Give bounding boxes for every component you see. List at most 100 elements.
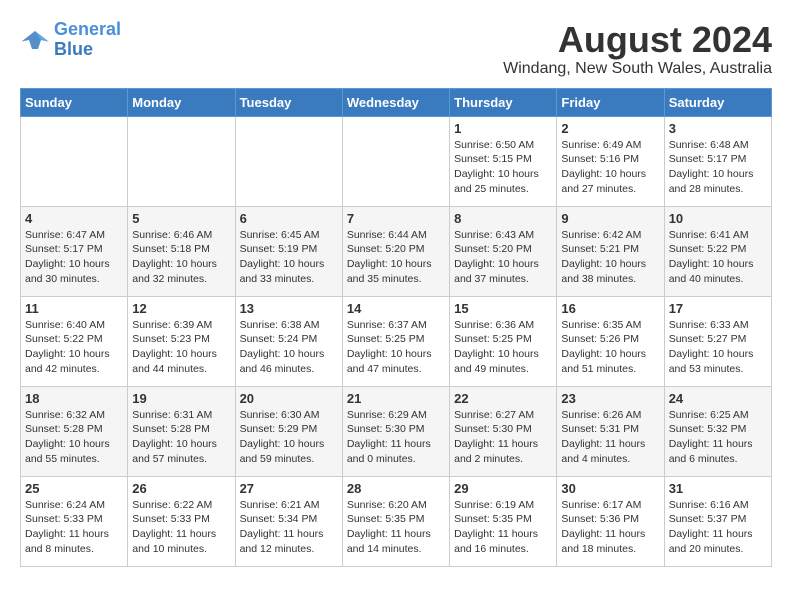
calendar-cell: 10 Sunrise: 6:41 AM Sunset: 5:22 PM Dayli… (664, 206, 771, 296)
day-number: 13 (240, 301, 338, 316)
calendar-cell (342, 116, 449, 206)
calendar-cell: 8 Sunrise: 6:43 AM Sunset: 5:20 PM Daylig… (450, 206, 557, 296)
calendar-cell: 20 Sunrise: 6:30 AM Sunset: 5:29 PM Dayli… (235, 386, 342, 476)
day-info: Sunrise: 6:25 AM Sunset: 5:32 PM Dayligh… (669, 408, 767, 467)
day-info: Sunrise: 6:24 AM Sunset: 5:33 PM Dayligh… (25, 498, 123, 557)
calendar-cell: 13 Sunrise: 6:38 AM Sunset: 5:24 PM Dayli… (235, 296, 342, 386)
calendar-header-row: SundayMondayTuesdayWednesdayThursdayFrid… (21, 88, 772, 116)
day-info: Sunrise: 6:31 AM Sunset: 5:28 PM Dayligh… (132, 408, 230, 467)
day-number: 12 (132, 301, 230, 316)
calendar-cell (235, 116, 342, 206)
day-number: 1 (454, 121, 552, 136)
day-info: Sunrise: 6:48 AM Sunset: 5:17 PM Dayligh… (669, 138, 767, 197)
calendar-cell: 6 Sunrise: 6:45 AM Sunset: 5:19 PM Daylig… (235, 206, 342, 296)
calendar-cell: 16 Sunrise: 6:35 AM Sunset: 5:26 PM Dayli… (557, 296, 664, 386)
calendar-cell: 23Sunrise: 6:26 AM Sunset: 5:31 PM Dayli… (557, 386, 664, 476)
day-info: Sunrise: 6:40 AM Sunset: 5:22 PM Dayligh… (25, 318, 123, 377)
day-info: Sunrise: 6:32 AM Sunset: 5:28 PM Dayligh… (25, 408, 123, 467)
calendar-cell (21, 116, 128, 206)
calendar-week-row: 25 Sunrise: 6:24 AM Sunset: 5:33 PM Dayli… (21, 476, 772, 566)
day-info: Sunrise: 6:38 AM Sunset: 5:24 PM Dayligh… (240, 318, 338, 377)
calendar-cell: 28Sunrise: 6:20 AM Sunset: 5:35 PM Dayli… (342, 476, 449, 566)
day-number: 9 (561, 211, 659, 226)
logo-bird-icon (20, 28, 50, 52)
day-info: Sunrise: 6:35 AM Sunset: 5:26 PM Dayligh… (561, 318, 659, 377)
calendar-cell: 22Sunrise: 6:27 AM Sunset: 5:30 PM Dayli… (450, 386, 557, 476)
day-info: Sunrise: 6:45 AM Sunset: 5:19 PM Dayligh… (240, 228, 338, 287)
calendar-cell: 4 Sunrise: 6:47 AM Sunset: 5:17 PM Daylig… (21, 206, 128, 296)
calendar-table: SundayMondayTuesdayWednesdayThursdayFrid… (20, 88, 772, 567)
calendar-cell: 12 Sunrise: 6:39 AM Sunset: 5:23 PM Dayli… (128, 296, 235, 386)
day-info: Sunrise: 6:30 AM Sunset: 5:29 PM Dayligh… (240, 408, 338, 467)
calendar-cell: 7 Sunrise: 6:44 AM Sunset: 5:20 PM Daylig… (342, 206, 449, 296)
calendar-cell: 26 Sunrise: 6:22 AM Sunset: 5:33 PM Dayli… (128, 476, 235, 566)
day-number: 16 (561, 301, 659, 316)
day-info: Sunrise: 6:44 AM Sunset: 5:20 PM Dayligh… (347, 228, 445, 287)
day-info: Sunrise: 6:46 AM Sunset: 5:18 PM Dayligh… (132, 228, 230, 287)
day-number: 20 (240, 391, 338, 406)
day-number: 8 (454, 211, 552, 226)
calendar-cell: 30Sunrise: 6:17 AM Sunset: 5:36 PM Dayli… (557, 476, 664, 566)
day-number: 4 (25, 211, 123, 226)
day-number: 15 (454, 301, 552, 316)
day-number: 3 (669, 121, 767, 136)
day-number: 22 (454, 391, 552, 406)
day-info: Sunrise: 6:22 AM Sunset: 5:33 PM Dayligh… (132, 498, 230, 557)
day-number: 10 (669, 211, 767, 226)
day-number: 19 (132, 391, 230, 406)
day-info: Sunrise: 6:37 AM Sunset: 5:25 PM Dayligh… (347, 318, 445, 377)
day-number: 26 (132, 481, 230, 496)
col-header-friday: Friday (557, 88, 664, 116)
month-title: August 2024 (503, 20, 772, 60)
day-number: 6 (240, 211, 338, 226)
day-info: Sunrise: 6:50 AM Sunset: 5:15 PM Dayligh… (454, 138, 552, 197)
day-number: 5 (132, 211, 230, 226)
logo-line2: Blue (54, 39, 93, 59)
calendar-cell: 9Sunrise: 6:42 AM Sunset: 5:21 PM Daylig… (557, 206, 664, 296)
day-info: Sunrise: 6:21 AM Sunset: 5:34 PM Dayligh… (240, 498, 338, 557)
day-info: Sunrise: 6:43 AM Sunset: 5:20 PM Dayligh… (454, 228, 552, 287)
day-info: Sunrise: 6:47 AM Sunset: 5:17 PM Dayligh… (25, 228, 123, 287)
calendar-cell: 21Sunrise: 6:29 AM Sunset: 5:30 PM Dayli… (342, 386, 449, 476)
calendar-cell: 17 Sunrise: 6:33 AM Sunset: 5:27 PM Dayli… (664, 296, 771, 386)
calendar-cell: 25 Sunrise: 6:24 AM Sunset: 5:33 PM Dayli… (21, 476, 128, 566)
day-number: 21 (347, 391, 445, 406)
day-number: 11 (25, 301, 123, 316)
location-text: Windang, New South Wales, Australia (503, 60, 772, 78)
day-number: 25 (25, 481, 123, 496)
day-number: 7 (347, 211, 445, 226)
day-info: Sunrise: 6:19 AM Sunset: 5:35 PM Dayligh… (454, 498, 552, 557)
day-info: Sunrise: 6:33 AM Sunset: 5:27 PM Dayligh… (669, 318, 767, 377)
calendar-cell: 15Sunrise: 6:36 AM Sunset: 5:25 PM Dayli… (450, 296, 557, 386)
col-header-monday: Monday (128, 88, 235, 116)
col-header-wednesday: Wednesday (342, 88, 449, 116)
day-number: 29 (454, 481, 552, 496)
day-number: 14 (347, 301, 445, 316)
day-info: Sunrise: 6:49 AM Sunset: 5:16 PM Dayligh… (561, 138, 659, 197)
day-number: 2 (561, 121, 659, 136)
col-header-saturday: Saturday (664, 88, 771, 116)
calendar-cell: 18 Sunrise: 6:32 AM Sunset: 5:28 PM Dayli… (21, 386, 128, 476)
logo-line1: General (54, 19, 121, 39)
day-info: Sunrise: 6:39 AM Sunset: 5:23 PM Dayligh… (132, 318, 230, 377)
day-number: 31 (669, 481, 767, 496)
day-number: 17 (669, 301, 767, 316)
calendar-cell: 29 Sunrise: 6:19 AM Sunset: 5:35 PM Dayli… (450, 476, 557, 566)
day-info: Sunrise: 6:20 AM Sunset: 5:35 PM Dayligh… (347, 498, 445, 557)
calendar-cell: 5 Sunrise: 6:46 AM Sunset: 5:18 PM Daylig… (128, 206, 235, 296)
col-header-tuesday: Tuesday (235, 88, 342, 116)
calendar-cell: 11 Sunrise: 6:40 AM Sunset: 5:22 PM Dayli… (21, 296, 128, 386)
calendar-week-row: 11 Sunrise: 6:40 AM Sunset: 5:22 PM Dayli… (21, 296, 772, 386)
calendar-cell: 19 Sunrise: 6:31 AM Sunset: 5:28 PM Dayli… (128, 386, 235, 476)
col-header-thursday: Thursday (450, 88, 557, 116)
day-number: 27 (240, 481, 338, 496)
day-number: 23 (561, 391, 659, 406)
day-number: 18 (25, 391, 123, 406)
day-info: Sunrise: 6:41 AM Sunset: 5:22 PM Dayligh… (669, 228, 767, 287)
calendar-week-row: 18 Sunrise: 6:32 AM Sunset: 5:28 PM Dayli… (21, 386, 772, 476)
calendar-cell: 2 Sunrise: 6:49 AM Sunset: 5:16 PM Daylig… (557, 116, 664, 206)
logo: General Blue (20, 20, 121, 60)
calendar-cell: 31Sunrise: 6:16 AM Sunset: 5:37 PM Dayli… (664, 476, 771, 566)
calendar-cell: 24Sunrise: 6:25 AM Sunset: 5:32 PM Dayli… (664, 386, 771, 476)
calendar-cell (128, 116, 235, 206)
